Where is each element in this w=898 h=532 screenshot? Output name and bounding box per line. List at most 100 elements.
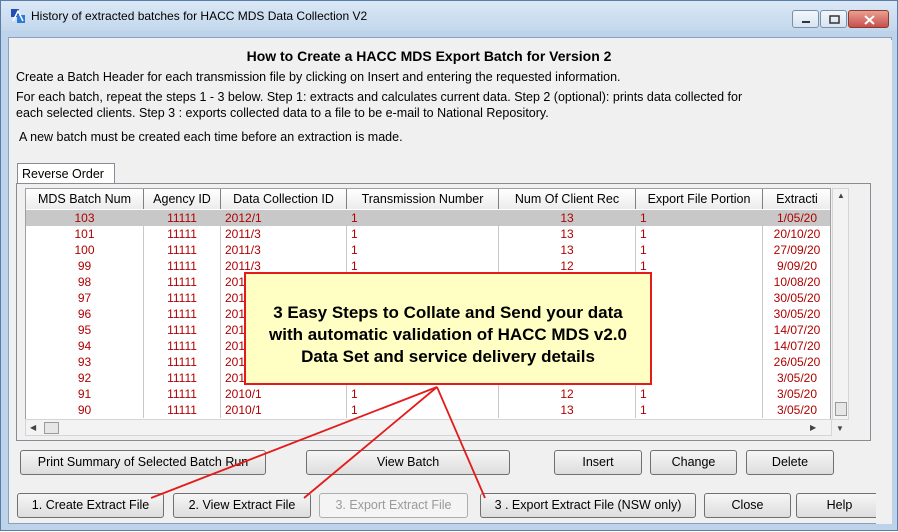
grid-vertical-scroll-thumb[interactable] xyxy=(835,402,847,416)
table-cell-agency: 11111 xyxy=(144,306,221,322)
table-cell-trans: 1 xyxy=(347,402,499,418)
print-summary-button[interactable]: Print Summary of Selected Batch Run xyxy=(20,450,266,475)
table-cell-portion xyxy=(636,322,763,338)
table-cell-agency: 11111 xyxy=(144,354,221,370)
scroll-down-icon[interactable]: ▼ xyxy=(836,424,844,433)
table-cell-portion xyxy=(636,338,763,354)
column-header[interactable]: Transmission Number xyxy=(347,189,499,209)
grid-vertical-scrollbar[interactable]: ▲ xyxy=(832,188,849,420)
table-cell-portion xyxy=(636,306,763,322)
table-cell-extract: 30/05/20 xyxy=(763,290,830,306)
grid-header: MDS Batch Num Agency ID Data Collection ID… xyxy=(26,189,830,209)
table-cell-extract: 26/05/20 xyxy=(763,354,830,370)
title-bar[interactable]: History of extracted batches for HACC MD… xyxy=(1,1,897,31)
export-extract-file-nsw-button[interactable]: 3 . Export Extract File (NSW only) xyxy=(480,493,696,518)
table-cell-portion: 1 xyxy=(636,386,763,402)
table-cell-extract: 3/05/20 xyxy=(763,386,830,402)
table-cell-batch: 103 xyxy=(26,210,144,226)
insert-button[interactable]: Insert xyxy=(554,450,642,475)
table-cell-clients: 13 xyxy=(499,402,636,418)
main-window: History of extracted batches for HACC MD… xyxy=(0,0,898,531)
table-cell-extract: 14/07/20 xyxy=(763,338,830,354)
table-cell-clients: 13 xyxy=(499,242,636,258)
table-cell-clients: 12 xyxy=(499,386,636,402)
table-cell-batch: 99 xyxy=(26,258,144,274)
table-cell-portion: 1 xyxy=(636,242,763,258)
tab-reverse-order[interactable]: Reverse Order xyxy=(17,163,115,184)
table-cell-extract: 3/05/20 xyxy=(763,370,830,386)
table-cell-trans: 1 xyxy=(347,226,499,242)
table-cell-portion xyxy=(636,274,763,290)
callout-line-1: 3 Easy Steps to Collate and Send your da… xyxy=(273,303,623,322)
table-cell-portion: 1 xyxy=(636,210,763,226)
table-cell-batch: 94 xyxy=(26,338,144,354)
table-row[interactable]: 100 11111 2011/3 1 13 1 27/09/20 xyxy=(26,242,830,258)
table-cell-batch: 98 xyxy=(26,274,144,290)
maximize-button[interactable] xyxy=(820,10,847,28)
table-cell-extract: 9/09/20 xyxy=(763,258,830,274)
table-row[interactable]: 101 11111 2011/3 1 13 1 20/10/20 xyxy=(26,226,830,242)
table-cell-portion xyxy=(636,370,763,386)
table-cell-batch: 101 xyxy=(26,226,144,242)
table-cell-batch: 100 xyxy=(26,242,144,258)
column-header[interactable]: MDS Batch Num xyxy=(26,189,144,209)
table-row[interactable]: 90 11111 2010/1 1 13 1 3/05/20 xyxy=(26,402,830,418)
table-row[interactable]: 103 11111 2012/1 1 13 1 1/05/20 xyxy=(26,210,830,226)
grid-horizontal-scroll-thumb[interactable] xyxy=(44,422,59,434)
window-vertical-scrollbar[interactable] xyxy=(876,40,892,524)
column-header[interactable]: Extracti xyxy=(763,189,830,209)
table-row[interactable]: 91 11111 2010/1 1 12 1 3/05/20 xyxy=(26,386,830,402)
view-extract-file-button[interactable]: 2. View Extract File xyxy=(173,493,311,518)
change-button[interactable]: Change xyxy=(650,450,737,475)
table-cell-extract: 20/10/20 xyxy=(763,226,830,242)
column-header[interactable]: Export File Portion xyxy=(636,189,763,209)
table-cell-clients: 13 xyxy=(499,210,636,226)
table-cell-dcid: 2012/1 xyxy=(221,210,347,226)
minimize-icon xyxy=(802,21,810,23)
delete-button[interactable]: Delete xyxy=(746,450,834,475)
window-title: History of extracted batches for HACC MD… xyxy=(31,9,368,23)
table-cell-agency: 11111 xyxy=(144,226,221,242)
scroll-up-icon[interactable]: ▲ xyxy=(837,191,845,200)
table-cell-portion: 1 xyxy=(636,226,763,242)
close-icon xyxy=(864,15,875,25)
table-cell-trans: 1 xyxy=(347,386,499,402)
table-cell-extract: 27/09/20 xyxy=(763,242,830,258)
table-cell-agency: 11111 xyxy=(144,338,221,354)
table-cell-trans: 1 xyxy=(347,242,499,258)
instructions-line-2a: For each batch, repeat the steps 1 - 3 b… xyxy=(16,90,743,104)
table-cell-dcid: 2010/1 xyxy=(221,402,347,418)
app-icon xyxy=(11,9,25,23)
table-cell-extract: 1/05/20 xyxy=(763,210,830,226)
table-cell-portion xyxy=(636,290,763,306)
column-header[interactable]: Data Collection ID xyxy=(221,189,347,209)
view-batch-button[interactable]: View Batch xyxy=(306,450,510,475)
instructions-line-3: A new batch must be created each time be… xyxy=(19,130,403,144)
table-cell-batch: 90 xyxy=(26,402,144,418)
scroll-right-icon[interactable]: ▶ xyxy=(810,423,816,432)
table-cell-batch: 97 xyxy=(26,290,144,306)
table-cell-agency: 11111 xyxy=(144,290,221,306)
callout-line-3: Data Set and service delivery details xyxy=(301,347,595,366)
column-header[interactable]: Agency ID xyxy=(144,189,221,209)
table-cell-batch: 92 xyxy=(26,370,144,386)
table-cell-dcid: 2011/3 xyxy=(221,242,347,258)
table-cell-agency: 11111 xyxy=(144,370,221,386)
table-cell-batch: 96 xyxy=(26,306,144,322)
close-button[interactable]: Close xyxy=(704,493,791,518)
help-button[interactable]: Help xyxy=(796,493,883,518)
table-cell-extract: 30/05/20 xyxy=(763,306,830,322)
minimize-button[interactable] xyxy=(792,10,819,28)
scroll-left-icon[interactable]: ◀ xyxy=(30,423,36,432)
maximize-icon xyxy=(829,15,840,24)
export-extract-file-button: 3. Export Extract File xyxy=(319,493,468,518)
close-window-button[interactable] xyxy=(848,10,889,28)
table-cell-agency: 11111 xyxy=(144,258,221,274)
grid-horizontal-scrollbar[interactable]: ◀ ▶ xyxy=(25,419,832,436)
table-cell-dcid: 2010/1 xyxy=(221,386,347,402)
instructions-heading: How to Create a HACC MDS Export Batch fo… xyxy=(246,48,612,64)
create-extract-file-button[interactable]: 1. Create Extract File xyxy=(17,493,164,518)
table-cell-portion: 1 xyxy=(636,402,763,418)
column-header[interactable]: Num Of Client Rec xyxy=(499,189,636,209)
table-cell-extract: 14/07/20 xyxy=(763,322,830,338)
